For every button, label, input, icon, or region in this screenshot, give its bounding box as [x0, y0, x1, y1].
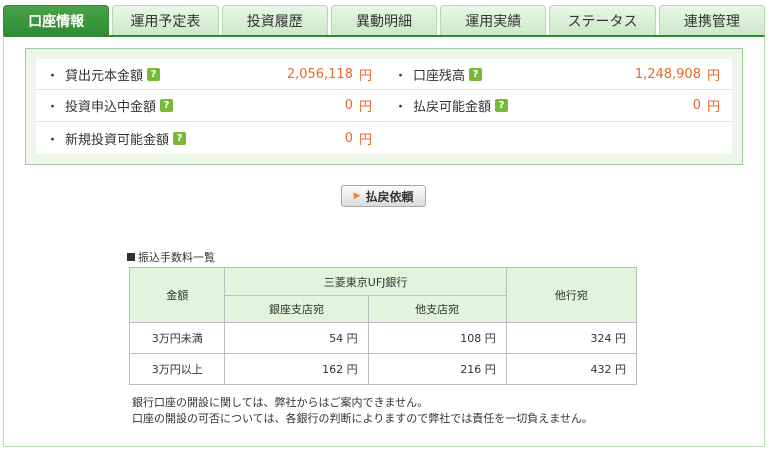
pending-investment-value: 0 [344, 98, 353, 113]
table-row: 3万円未満 54 円 108 円 324 円 [128, 322, 638, 354]
tab-account-info[interactable]: 口座情報 [3, 5, 110, 36]
table-row: 3万円以上 162 円 216 円 432 円 [128, 353, 638, 385]
header-same-branch: 銀座支店宛 [224, 295, 369, 323]
tab-investment-history[interactable]: 投資履歴 [221, 5, 328, 36]
loan-principal-row: ・ 貸出元本金額 ? 2,056,118 円 [36, 59, 384, 90]
account-page: 口座情報 運用予定表 投資履歴 異動明細 運用実績 ステータス 連携管理 ・ 貸… [0, 0, 771, 454]
tab-transaction-details[interactable]: 異動明細 [330, 5, 438, 36]
yen-unit: 円 [358, 68, 372, 84]
tab-status[interactable]: ステータス [549, 5, 656, 36]
account-summary: ・ 貸出元本金額 ? 2,056,118 円 ・ 口座残高 ? 1,248,90… [25, 48, 743, 165]
help-icon[interactable]: ? [160, 99, 174, 112]
same-branch-fee: 162 円 [224, 353, 369, 385]
help-icon[interactable]: ? [173, 131, 187, 145]
account-balance-row: ・ 口座残高 ? 1,248,908 円 [384, 59, 732, 90]
withdraw-request-button[interactable]: ▶ 払戻依頼 [341, 185, 426, 207]
loan-principal-value: 2,056,118 [286, 66, 353, 82]
account-balance-label: 口座残高 [413, 68, 466, 84]
yen-unit: 円 [358, 132, 372, 148]
bullet: ・ [46, 68, 60, 84]
transfer-fee-table: 金額 三菱東京UFJ銀行 他行宛 銀座支店宛 他支店宛 3万円未満 54 円 1… [128, 267, 638, 385]
amount-cell: 3万円未満 [128, 322, 226, 354]
account-balance-value: 1,248,908 [634, 66, 701, 82]
tab-operation-schedule[interactable]: 運用予定表 [112, 5, 219, 36]
withdrawable-value: 0 [692, 98, 701, 113]
tab-integration[interactable]: 連携管理 [658, 5, 765, 36]
amount-cell: 3万円以上 [128, 353, 226, 385]
note-line: 銀行口座の開設に関しては、弊社からはご案内できません。 [132, 396, 429, 409]
other-bank-fee: 324 円 [505, 322, 638, 354]
header-bank: 三菱東京UFJ銀行 [224, 267, 507, 296]
help-icon[interactable]: ? [469, 67, 483, 81]
tab-operation-results[interactable]: 運用実績 [440, 5, 547, 36]
empty-cell [384, 122, 732, 154]
help-icon[interactable]: ? [147, 67, 161, 81]
bullet: ・ [46, 100, 60, 115]
bullet: ・ [46, 132, 60, 148]
yen-unit: 円 [706, 68, 720, 84]
withdrawable-row: ・ 払戻可能金額 ? 0 円 [384, 90, 732, 122]
square-bullet-icon [127, 253, 135, 261]
same-branch-fee: 54 円 [224, 322, 369, 354]
header-amount: 金額 [128, 267, 226, 323]
bullet: ・ [394, 100, 408, 115]
new-investable-row: ・ 新規投資可能金額 ? 0 円 [36, 122, 384, 154]
fee-table-title-text: 振込手数料一覧 [138, 251, 215, 264]
other-bank-fee: 432 円 [505, 353, 638, 385]
bullet: ・ [394, 68, 408, 84]
loan-principal-label: 貸出元本金額 [65, 68, 144, 84]
tab-bar: 口座情報 運用予定表 投資履歴 異動明細 運用実績 ステータス 連携管理 [3, 5, 765, 36]
tab-content-panel: ・ 貸出元本金額 ? 2,056,118 円 ・ 口座残高 ? 1,248,90… [3, 35, 765, 447]
new-investable-value: 0 [344, 130, 353, 146]
pending-investment-label: 投資申込中金額 [65, 100, 157, 115]
pending-investment-row: ・ 投資申込中金額 ? 0 円 [36, 90, 384, 122]
other-branch-fee: 108 円 [367, 322, 507, 354]
help-icon[interactable]: ? [495, 99, 509, 112]
notes: 銀行口座の開設に関しては、弊社からはご案内できません。 口座の開設の可否について… [132, 395, 593, 427]
withdraw-request-label: 払戻依頼 [365, 189, 414, 204]
header-other-bank: 他行宛 [505, 267, 638, 323]
play-arrow-icon: ▶ [353, 191, 361, 201]
note-line: 口座の開設の可否については、各銀行の判断によりますので弊社では責任を一切負えませ… [132, 412, 593, 425]
yen-unit: 円 [358, 100, 372, 115]
header-other-branch: 他支店宛 [367, 295, 507, 323]
other-branch-fee: 216 円 [367, 353, 507, 385]
yen-unit: 円 [706, 100, 720, 115]
withdrawable-label: 払戻可能金額 [413, 100, 492, 115]
new-investable-label: 新規投資可能金額 [65, 132, 170, 148]
fee-table-title: 振込手数料一覧 [127, 249, 215, 265]
